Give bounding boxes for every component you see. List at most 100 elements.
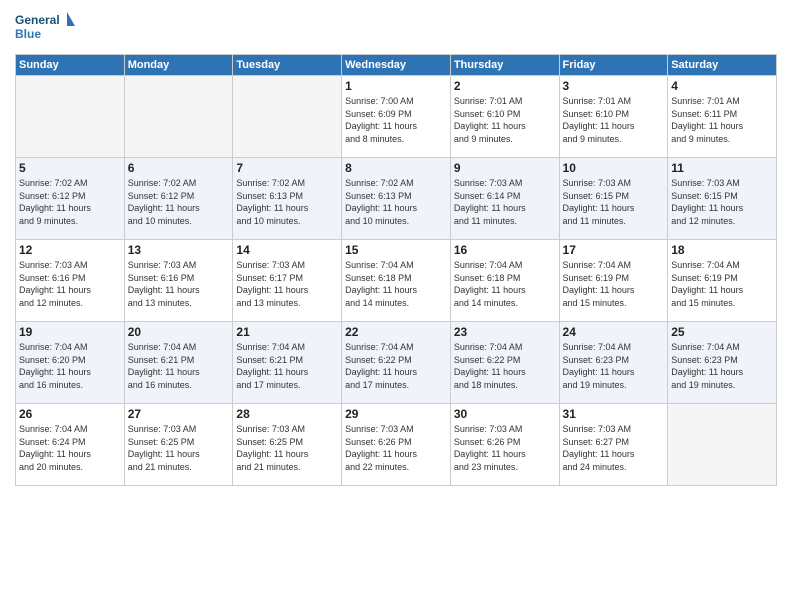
calendar-cell: 21Sunrise: 7:04 AM Sunset: 6:21 PM Dayli… [233,322,342,404]
calendar-cell: 13 Sunrise: 7:03 AM Sunset: 6:16 PM Dayli… [124,240,233,322]
day-number: 22 [345,325,447,339]
day-number: 29 [345,407,447,421]
day-header: Monday [124,55,233,76]
day-header: Thursday [450,55,559,76]
day-number: 14 [236,243,338,257]
day-info: Sunrise: 7:04 AM Sunset: 6:22 PM Dayligh… [454,341,556,391]
header-row: SundayMondayTuesdayWednesdayThursdayFrid… [16,55,777,76]
calendar-cell: 18 Sunrise: 7:04 AM Sunset: 6:19 PM Dayli… [668,240,777,322]
logo: General Blue [15,10,75,46]
day-info: Sunrise: 7:04 AM Sunset: 6:18 PM Dayligh… [345,259,447,309]
calendar-cell [124,76,233,158]
day-number: 12 [19,243,121,257]
day-header: Sunday [16,55,125,76]
calendar-week: 1 Sunrise: 7:00 AM Sunset: 6:09 PM Daylig… [16,76,777,158]
day-number: 30 [454,407,556,421]
day-header: Saturday [668,55,777,76]
calendar-cell: 16 Sunrise: 7:04 AM Sunset: 6:18 PM Dayli… [450,240,559,322]
logo-icon: General Blue [15,10,75,46]
calendar-cell: 26 Sunrise: 7:04 AM Sunset: 6:24 PM Dayli… [16,404,125,486]
calendar-week: 26 Sunrise: 7:04 AM Sunset: 6:24 PM Dayli… [16,404,777,486]
calendar-cell: 2Sunrise: 7:01 AM Sunset: 6:10 PM Daylig… [450,76,559,158]
calendar-cell: 5 Sunrise: 7:02 AM Sunset: 6:12 PM Daylig… [16,158,125,240]
day-info: Sunrise: 7:02 AM Sunset: 6:12 PM Dayligh… [19,177,121,227]
calendar-cell: 4 Sunrise: 7:01 AM Sunset: 6:11 PM Daylig… [668,76,777,158]
day-info: Sunrise: 7:04 AM Sunset: 6:19 PM Dayligh… [563,259,665,309]
day-number: 9 [454,161,556,175]
day-info: Sunrise: 7:01 AM Sunset: 6:10 PM Dayligh… [563,95,665,145]
day-number: 4 [671,79,773,93]
day-info: Sunrise: 7:04 AM Sunset: 6:20 PM Dayligh… [19,341,121,391]
calendar-cell: 7 Sunrise: 7:02 AM Sunset: 6:13 PM Daylig… [233,158,342,240]
day-header: Wednesday [342,55,451,76]
calendar-cell: 3 Sunrise: 7:01 AM Sunset: 6:10 PM Daylig… [559,76,668,158]
day-number: 24 [563,325,665,339]
calendar-week: 5 Sunrise: 7:02 AM Sunset: 6:12 PM Daylig… [16,158,777,240]
day-info: Sunrise: 7:04 AM Sunset: 6:19 PM Dayligh… [671,259,773,309]
calendar-cell: 28Sunrise: 7:03 AM Sunset: 6:25 PM Dayli… [233,404,342,486]
day-info: Sunrise: 7:04 AM Sunset: 6:24 PM Dayligh… [19,423,121,473]
day-header: Friday [559,55,668,76]
calendar-cell: 8 Sunrise: 7:02 AM Sunset: 6:13 PM Daylig… [342,158,451,240]
calendar-cell: 25 Sunrise: 7:04 AM Sunset: 6:23 PM Dayli… [668,322,777,404]
day-info: Sunrise: 7:01 AM Sunset: 6:11 PM Dayligh… [671,95,773,145]
day-header: Tuesday [233,55,342,76]
calendar-cell: 6Sunrise: 7:02 AM Sunset: 6:12 PM Daylig… [124,158,233,240]
day-number: 6 [128,161,230,175]
day-info: Sunrise: 7:03 AM Sunset: 6:26 PM Dayligh… [454,423,556,473]
day-info: Sunrise: 7:04 AM Sunset: 6:22 PM Dayligh… [345,341,447,391]
calendar-cell: 27Sunrise: 7:03 AM Sunset: 6:25 PM Dayli… [124,404,233,486]
day-number: 7 [236,161,338,175]
calendar-cell: 30 Sunrise: 7:03 AM Sunset: 6:26 PM Dayli… [450,404,559,486]
day-number: 3 [563,79,665,93]
calendar-week: 19Sunrise: 7:04 AM Sunset: 6:20 PM Dayli… [16,322,777,404]
day-info: Sunrise: 7:03 AM Sunset: 6:27 PM Dayligh… [563,423,665,473]
day-number: 11 [671,161,773,175]
day-info: Sunrise: 7:04 AM Sunset: 6:18 PM Dayligh… [454,259,556,309]
day-number: 15 [345,243,447,257]
day-info: Sunrise: 7:03 AM Sunset: 6:16 PM Dayligh… [19,259,121,309]
calendar-cell [668,404,777,486]
svg-text:Blue: Blue [15,27,41,41]
calendar-cell: 9 Sunrise: 7:03 AM Sunset: 6:14 PM Daylig… [450,158,559,240]
day-info: Sunrise: 7:03 AM Sunset: 6:15 PM Dayligh… [671,177,773,227]
day-info: Sunrise: 7:03 AM Sunset: 6:17 PM Dayligh… [236,259,338,309]
day-info: Sunrise: 7:02 AM Sunset: 6:13 PM Dayligh… [236,177,338,227]
day-number: 17 [563,243,665,257]
calendar-cell: 14 Sunrise: 7:03 AM Sunset: 6:17 PM Dayli… [233,240,342,322]
day-info: Sunrise: 7:03 AM Sunset: 6:26 PM Dayligh… [345,423,447,473]
calendar-cell: 31Sunrise: 7:03 AM Sunset: 6:27 PM Dayli… [559,404,668,486]
day-info: Sunrise: 7:02 AM Sunset: 6:13 PM Dayligh… [345,177,447,227]
calendar-cell: 15 Sunrise: 7:04 AM Sunset: 6:18 PM Dayli… [342,240,451,322]
day-number: 25 [671,325,773,339]
day-info: Sunrise: 7:04 AM Sunset: 6:21 PM Dayligh… [128,341,230,391]
day-info: Sunrise: 7:00 AM Sunset: 6:09 PM Dayligh… [345,95,447,145]
calendar-cell: 23 Sunrise: 7:04 AM Sunset: 6:22 PM Dayli… [450,322,559,404]
day-info: Sunrise: 7:01 AM Sunset: 6:10 PM Dayligh… [454,95,556,145]
day-info: Sunrise: 7:04 AM Sunset: 6:23 PM Dayligh… [563,341,665,391]
day-number: 18 [671,243,773,257]
calendar-cell: 10Sunrise: 7:03 AM Sunset: 6:15 PM Dayli… [559,158,668,240]
day-number: 28 [236,407,338,421]
day-number: 5 [19,161,121,175]
calendar-cell: 11 Sunrise: 7:03 AM Sunset: 6:15 PM Dayli… [668,158,777,240]
calendar-cell: 29 Sunrise: 7:03 AM Sunset: 6:26 PM Dayli… [342,404,451,486]
day-info: Sunrise: 7:03 AM Sunset: 6:14 PM Dayligh… [454,177,556,227]
day-number: 1 [345,79,447,93]
calendar-cell: 20Sunrise: 7:04 AM Sunset: 6:21 PM Dayli… [124,322,233,404]
day-number: 16 [454,243,556,257]
calendar-cell [233,76,342,158]
day-info: Sunrise: 7:04 AM Sunset: 6:23 PM Dayligh… [671,341,773,391]
calendar-cell: 19Sunrise: 7:04 AM Sunset: 6:20 PM Dayli… [16,322,125,404]
calendar-cell: 24 Sunrise: 7:04 AM Sunset: 6:23 PM Dayli… [559,322,668,404]
day-info: Sunrise: 7:03 AM Sunset: 6:16 PM Dayligh… [128,259,230,309]
day-number: 13 [128,243,230,257]
day-number: 26 [19,407,121,421]
calendar-cell: 22 Sunrise: 7:04 AM Sunset: 6:22 PM Dayli… [342,322,451,404]
day-number: 8 [345,161,447,175]
calendar-cell: 1 Sunrise: 7:00 AM Sunset: 6:09 PM Daylig… [342,76,451,158]
calendar-cell: 12 Sunrise: 7:03 AM Sunset: 6:16 PM Dayli… [16,240,125,322]
day-number: 21 [236,325,338,339]
day-number: 23 [454,325,556,339]
svg-text:General: General [15,13,60,27]
